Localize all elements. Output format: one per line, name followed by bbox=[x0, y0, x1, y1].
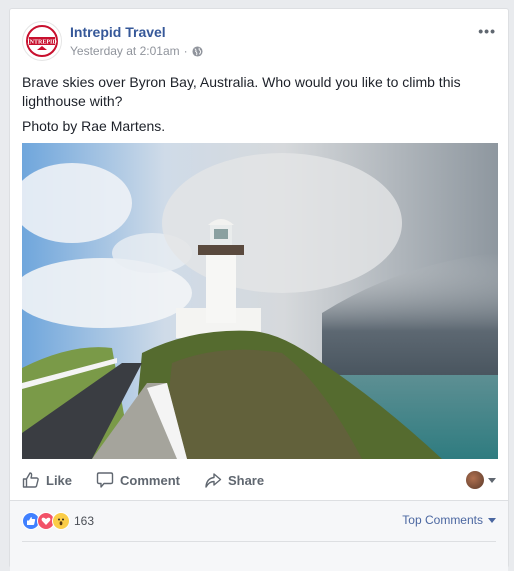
like-label: Like bbox=[46, 472, 73, 488]
post-text-line: Photo by Rae Martens. bbox=[22, 118, 166, 134]
post-timestamp[interactable]: Yesterday at 2:01am bbox=[70, 44, 180, 58]
post-actions: Like Comment Share bbox=[22, 465, 498, 495]
share-icon bbox=[205, 473, 222, 488]
like-button[interactable]: Like bbox=[22, 471, 72, 489]
intrepid-logo-icon: INTREPID bbox=[26, 25, 58, 57]
wow-reaction-icon bbox=[52, 512, 70, 530]
post-text-line: Brave skies over Byron Bay, Australia. W… bbox=[22, 74, 461, 109]
reaction-count: 163 bbox=[74, 514, 95, 528]
globe-icon bbox=[192, 45, 203, 57]
post-text: Brave skies over Byron Bay, Australia. W… bbox=[22, 73, 492, 142]
svg-text:INTREPID: INTREPID bbox=[27, 40, 57, 46]
viewer-avatar bbox=[466, 471, 484, 489]
post-meta: Yesterday at 2:01am · bbox=[70, 44, 203, 58]
thumbs-up-icon bbox=[22, 472, 39, 488]
comment-icon bbox=[96, 472, 114, 488]
post-card: INTREPID Intrepid Travel Yesterday at 2:… bbox=[9, 8, 509, 571]
lighthouse-photo bbox=[22, 143, 498, 459]
reactions-summary[interactable]: 163 bbox=[22, 512, 94, 530]
caret-down-icon bbox=[488, 477, 496, 483]
post-photo[interactable] bbox=[22, 143, 498, 459]
top-comments-dropdown[interactable]: Top Comments bbox=[402, 513, 496, 527]
post-as-selector[interactable] bbox=[466, 471, 496, 489]
footer-divider bbox=[22, 541, 496, 542]
comment-label: Comment bbox=[120, 472, 180, 488]
meta-separator: · bbox=[183, 44, 188, 58]
post-footer: 163 Top Comments bbox=[10, 500, 508, 571]
share-label: Share bbox=[227, 472, 265, 488]
page-avatar[interactable]: INTREPID bbox=[22, 21, 62, 61]
top-comments-label: Top Comments bbox=[402, 513, 483, 527]
share-button[interactable]: Share bbox=[204, 471, 264, 489]
caret-down-icon bbox=[488, 517, 496, 523]
more-options-button[interactable]: ••• bbox=[478, 23, 496, 39]
page-name-link[interactable]: Intrepid Travel bbox=[70, 24, 166, 40]
comment-button[interactable]: Comment bbox=[96, 471, 180, 489]
